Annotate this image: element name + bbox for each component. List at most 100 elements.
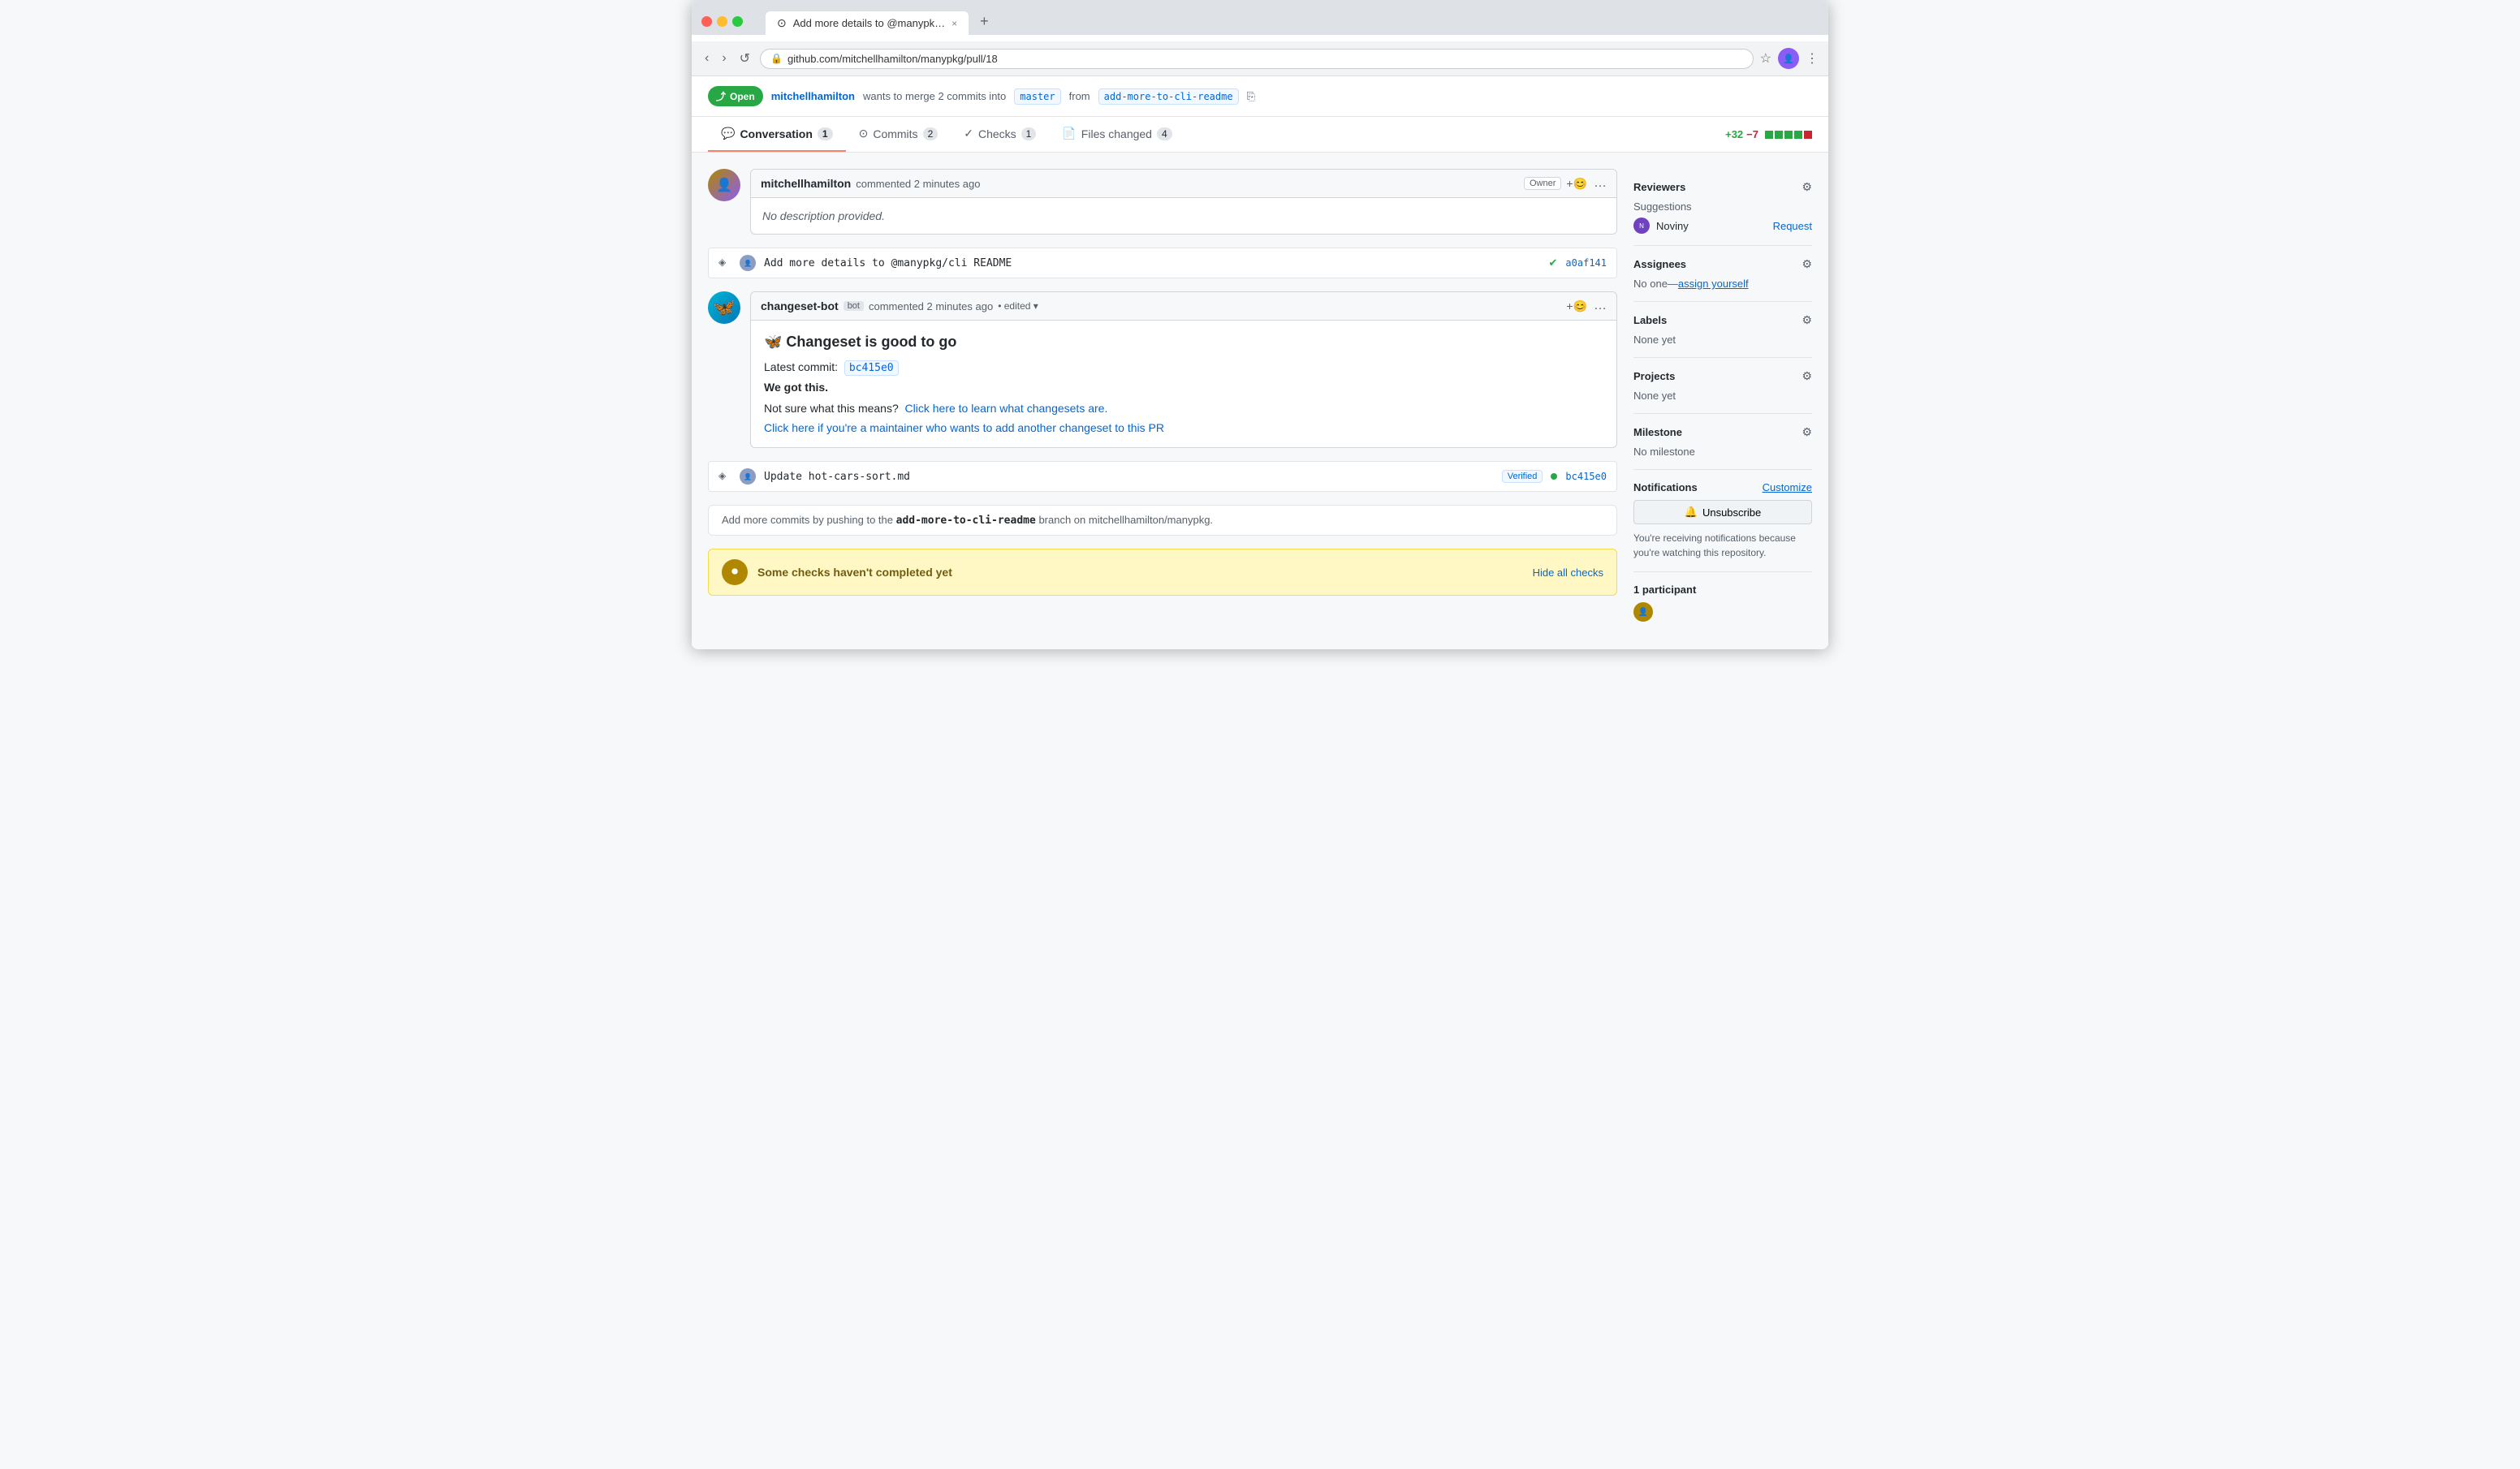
address-bar[interactable]: 🔒 github.com/mitchellhamilton/manypkg/pu… xyxy=(760,49,1754,69)
browser-window: ⊙ Add more details to @manypk… × + ‹ › ↺… xyxy=(692,0,1828,649)
commit-sha-2[interactable]: bc415e0 xyxy=(1565,471,1607,482)
checks-banner: ⏺ Some checks haven't completed yet Hide… xyxy=(708,549,1617,596)
bot-comment-more-button[interactable]: … xyxy=(1594,299,1607,313)
diff-seg-2 xyxy=(1775,131,1783,139)
bot-comment-edited[interactable]: • edited ▾ xyxy=(998,300,1038,312)
diff-seg-5 xyxy=(1804,131,1812,139)
bot-emoji-react-button[interactable]: +😊 xyxy=(1566,299,1587,313)
participant-avatar-1[interactable]: 👤 xyxy=(1633,602,1653,622)
tab-close-btn[interactable]: × xyxy=(951,18,957,29)
hide-checks-button[interactable]: Hide all checks xyxy=(1533,566,1603,579)
changeset-title: 🦋 Changeset is good to go xyxy=(764,334,1603,351)
labels-value: None yet xyxy=(1633,334,1812,346)
bot-comment-time: commented 2 minutes ago xyxy=(869,300,993,312)
checks-tab-label: Checks xyxy=(978,127,1016,140)
latest-commit-sha[interactable]: bc415e0 xyxy=(844,360,899,376)
main-comment-body: mitchellhamilton commented 2 minutes ago… xyxy=(750,169,1617,235)
milestone-gear-button[interactable]: ⚙ xyxy=(1802,425,1812,439)
push-notice: Add more commits by pushing to the add-m… xyxy=(708,505,1617,536)
assignees-title: Assignees xyxy=(1633,258,1686,270)
browser-menu-button[interactable]: ⋮ xyxy=(1806,50,1819,67)
back-button[interactable]: ‹ xyxy=(701,50,712,67)
tab-checks[interactable]: ✓ Checks 1 xyxy=(951,117,1049,152)
tab-files-changed[interactable]: 📄 Files changed 4 xyxy=(1049,117,1184,152)
copy-branch-icon[interactable]: ⎘ xyxy=(1247,90,1255,103)
commit-sha-1[interactable]: a0af141 xyxy=(1565,257,1607,269)
reload-button[interactable]: ↺ xyxy=(736,49,753,68)
reviewer-name[interactable]: Noviny xyxy=(1656,220,1689,232)
no-assignee-text: No one— xyxy=(1633,278,1678,290)
pr-base-branch[interactable]: master xyxy=(1014,88,1060,105)
pr-head-branch[interactable]: add-more-to-cli-readme xyxy=(1098,88,1239,105)
reviewer-row: N Noviny Request xyxy=(1633,218,1812,234)
bot-comment-author[interactable]: changeset-bot xyxy=(761,299,839,312)
changeset-content: 🦋 Changeset is good to go Latest commit:… xyxy=(751,321,1616,447)
maintainer-link[interactable]: Click here if you're a maintainer who wa… xyxy=(764,421,1164,434)
customize-notifications-link[interactable]: Customize xyxy=(1763,481,1812,493)
participants-section: 1 participant 👤 xyxy=(1633,572,1812,633)
tab-favicon: ⊙ xyxy=(777,16,787,30)
bot-comment-body: changeset-bot bot commented 2 minutes ag… xyxy=(750,291,1617,448)
close-traffic-light[interactable] xyxy=(701,16,712,27)
maximize-traffic-light[interactable] xyxy=(732,16,743,27)
commit-message-2[interactable]: Update hot-cars-sort.md xyxy=(764,471,1494,483)
participants-list: 👤 xyxy=(1633,602,1812,622)
active-tab[interactable]: ⊙ Add more details to @manypk… × xyxy=(766,11,969,35)
checks-warning-icon: ⏺ xyxy=(722,559,748,585)
changeset-latest-row: Latest commit: bc415e0 xyxy=(764,360,1603,374)
learn-changesets-link[interactable]: Click here to learn what changesets are. xyxy=(905,402,1108,415)
unsubscribe-button[interactable]: 🔔 Unsubscribe xyxy=(1633,500,1812,524)
request-review-link[interactable]: Request xyxy=(1773,220,1812,232)
commit-message-1[interactable]: Add more details to @manypkg/cli README xyxy=(764,257,1541,269)
bot-comment-thread: 🦋 changeset-bot bot commented 2 minutes … xyxy=(708,291,1617,448)
minimize-traffic-light[interactable] xyxy=(717,16,727,27)
assignees-gear-button[interactable]: ⚙ xyxy=(1802,257,1812,271)
pr-status-label: Open xyxy=(730,91,755,102)
tab-title: Add more details to @manypk… xyxy=(793,17,945,29)
bookmark-button[interactable]: ☆ xyxy=(1760,50,1771,67)
verified-badge: Verified xyxy=(1502,470,1543,483)
reviewers-suggestions-label: Suggestions xyxy=(1633,200,1812,213)
tab-bar: ⊙ Add more details to @manypk… × + xyxy=(766,8,997,35)
labels-gear-button[interactable]: ⚙ xyxy=(1802,313,1812,327)
main-comment-author[interactable]: mitchellhamilton xyxy=(761,177,851,190)
tab-conversation[interactable]: 💬 Conversation 1 xyxy=(708,117,846,152)
diff-additions: +32 xyxy=(1725,128,1743,140)
profile-avatar[interactable]: 👤 xyxy=(1778,48,1799,69)
maintainer-row: Click here if you're a maintainer who wa… xyxy=(764,421,1603,434)
browser-actions: ☆ 👤 ⋮ xyxy=(1760,48,1819,69)
conversation-tab-count: 1 xyxy=(818,127,833,140)
main-comment-content: No description provided. xyxy=(751,198,1616,234)
lock-icon: 🔒 xyxy=(770,53,783,64)
not-sure-text: Not sure what this means? xyxy=(764,402,899,415)
checks-tab-icon: ✓ xyxy=(964,127,973,140)
tab-commits[interactable]: ⊙ Commits 2 xyxy=(846,117,951,152)
checks-tab-count: 1 xyxy=(1021,127,1037,140)
unsubscribe-label: Unsubscribe xyxy=(1702,506,1761,519)
labels-section: Labels ⚙ None yet xyxy=(1633,302,1812,358)
pr-status-badge: ⤴ Open xyxy=(708,86,763,106)
projects-gear-button[interactable]: ⚙ xyxy=(1802,369,1812,383)
url-text: github.com/mitchellhamilton/manypkg/pull… xyxy=(788,53,1743,65)
comment-more-button[interactable]: … xyxy=(1594,176,1607,191)
forward-button[interactable]: › xyxy=(718,50,729,67)
commit-row-1: ◈ 👤 Add more details to @manypkg/cli REA… xyxy=(708,248,1617,278)
assign-yourself-link[interactable]: assign yourself xyxy=(1678,278,1749,290)
push-notice-prefix: Add more commits by pushing to the xyxy=(722,514,893,526)
main-comment-avatar: 👤 xyxy=(708,169,740,201)
diff-seg-3 xyxy=(1784,131,1793,139)
comment-actions: +😊 … xyxy=(1566,176,1607,191)
notification-notice: You're receiving notifications because y… xyxy=(1633,531,1812,560)
new-tab-btn[interactable]: + xyxy=(972,8,997,35)
reviewer-avatar: N xyxy=(1633,218,1650,234)
commits-tab-icon: ⊙ xyxy=(859,127,869,140)
not-sure-row: Not sure what this means? Click here to … xyxy=(764,402,1603,415)
bot-comment-header: changeset-bot bot commented 2 minutes ag… xyxy=(751,292,1616,321)
milestone-section: Milestone ⚙ No milestone xyxy=(1633,414,1812,470)
pr-author[interactable]: mitchellhamilton xyxy=(771,90,855,102)
diff-seg-4 xyxy=(1794,131,1802,139)
changeset-gotit: We got this. xyxy=(764,381,1603,394)
reviewers-gear-button[interactable]: ⚙ xyxy=(1802,180,1812,194)
commit-connector-icon: ◈ xyxy=(718,256,731,269)
emoji-react-button[interactable]: +😊 xyxy=(1566,177,1587,191)
